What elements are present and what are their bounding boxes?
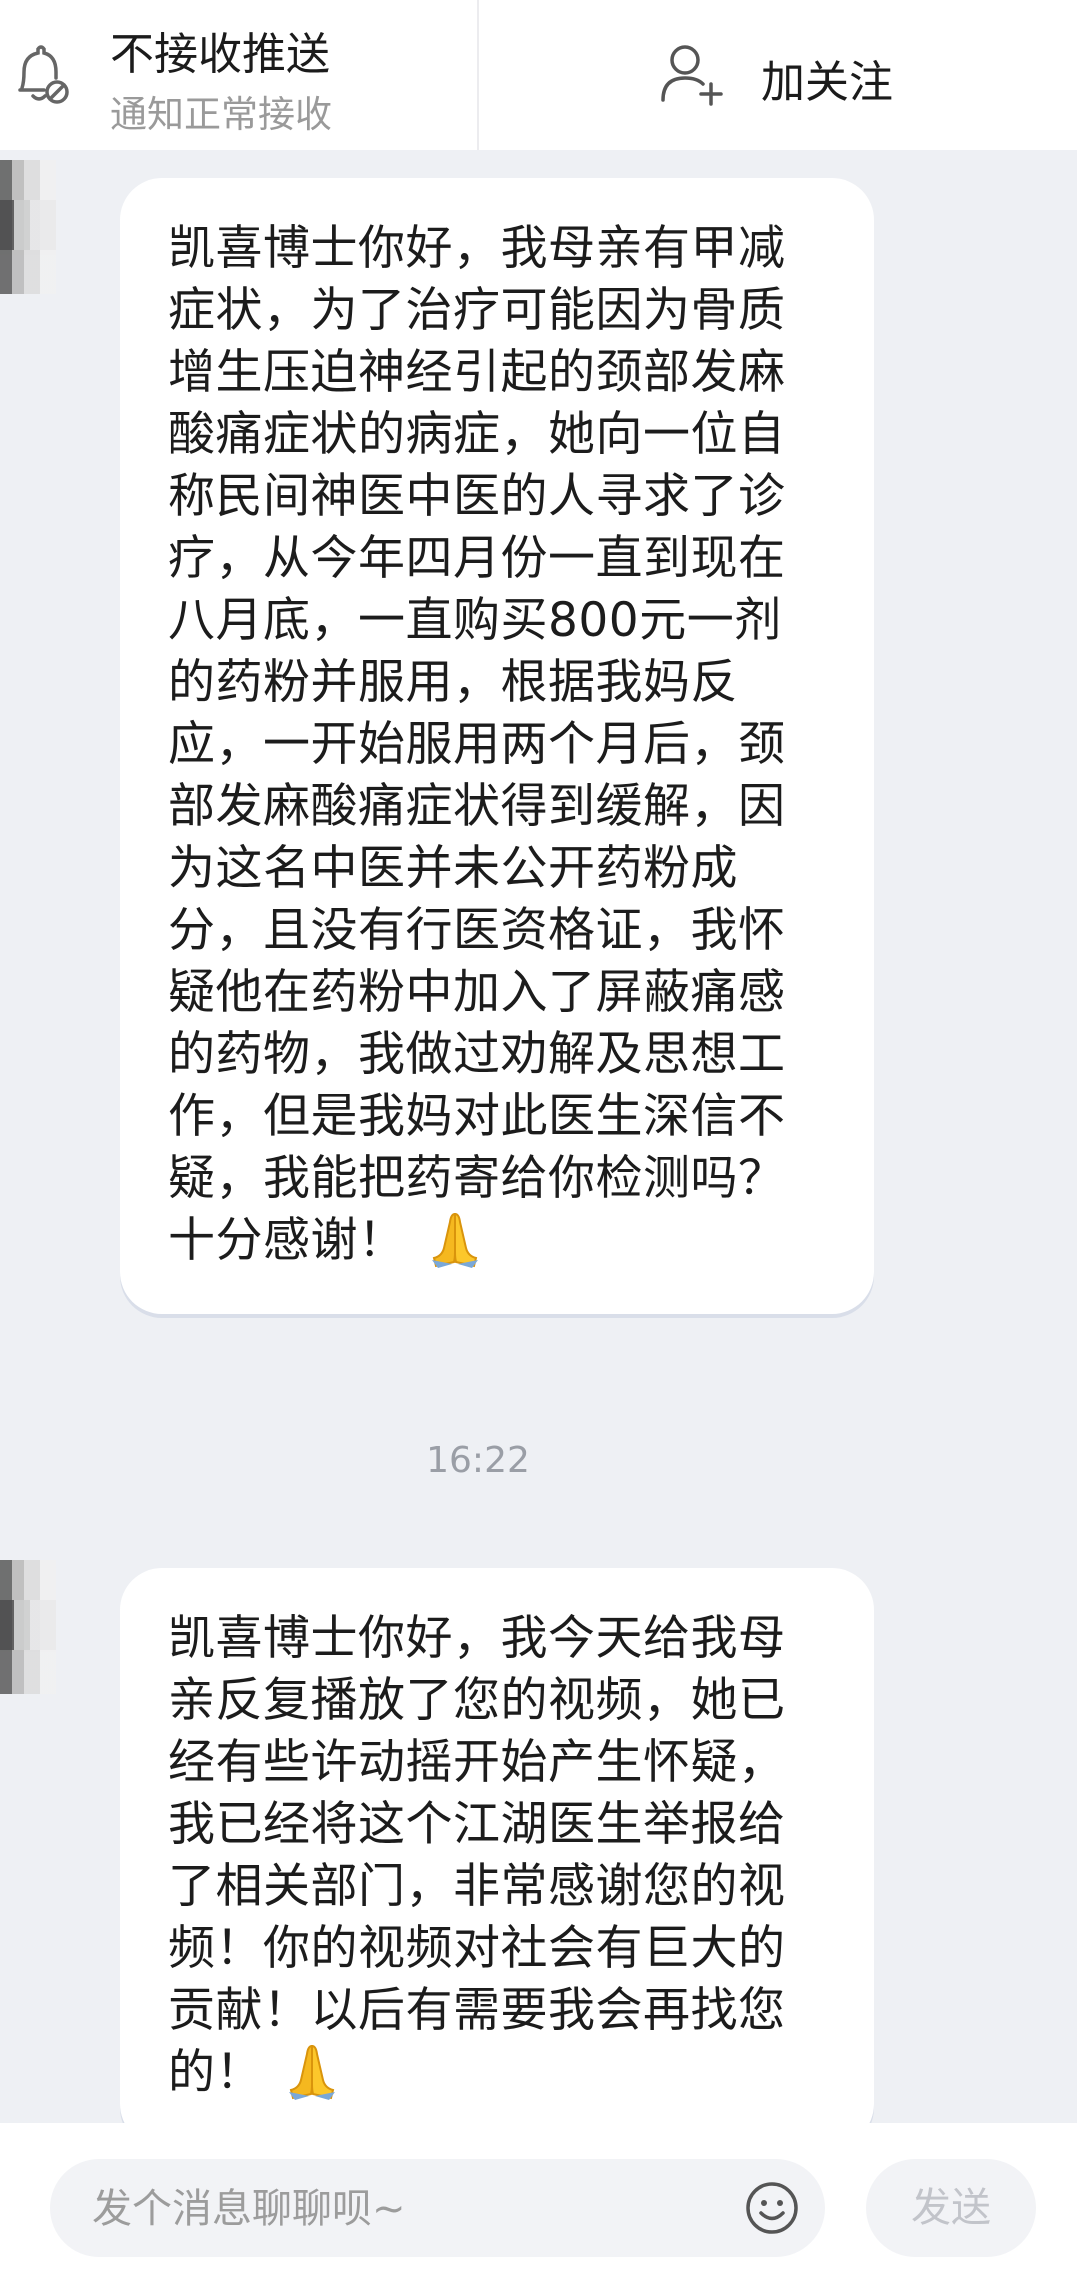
message-composer: 发送: [0, 2123, 1077, 2280]
folded-hands-emoji-icon: [431, 1212, 478, 1268]
folded-hands-emoji-icon: [289, 2044, 335, 2100]
bell-off-icon: [18, 45, 69, 104]
sender-avatar[interactable]: [0, 1560, 56, 1694]
message-bubble: 凯喜博士你好，我母亲有甲减症状，为了治疗可能因为骨质增生压迫神经引起的颈部发麻酸…: [120, 178, 874, 1314]
follow-label: 加关注: [761, 57, 893, 108]
push-setting-title: 不接收推送: [110, 29, 330, 80]
follow-button[interactable]: 加关注: [479, 0, 1077, 150]
message-bubble: 凯喜博士你好，我今天给我母亲反复播放了您的视频，她已经有些许动摇开始产生怀疑，我…: [120, 1568, 874, 2146]
add-user-icon: [661, 45, 723, 106]
message-timestamp: 16:22: [426, 1440, 530, 1481]
message-input[interactable]: [90, 2159, 744, 2259]
message-text: 凯喜博士你好，我母亲有甲减症状，为了治疗可能因为骨质增生压迫神经引起的颈部发麻酸…: [168, 221, 786, 1268]
message-input-wrapper: [50, 2159, 825, 2259]
sender-avatar[interactable]: [0, 160, 56, 294]
message-text: 凯喜博士你好，我今天给我母亲反复播放了您的视频，她已经有些许动摇开始产生怀疑，我…: [168, 1611, 786, 2100]
chat-header: 不接收推送 通知正常接收 加关注: [0, 0, 1077, 150]
push-setting-subtitle: 通知正常接收: [110, 93, 332, 136]
push-notification-toggle[interactable]: 不接收推送 通知正常接收: [0, 0, 477, 150]
send-button[interactable]: 发送: [866, 2159, 1036, 2257]
emoji-picker-icon[interactable]: [742, 2178, 802, 2238]
